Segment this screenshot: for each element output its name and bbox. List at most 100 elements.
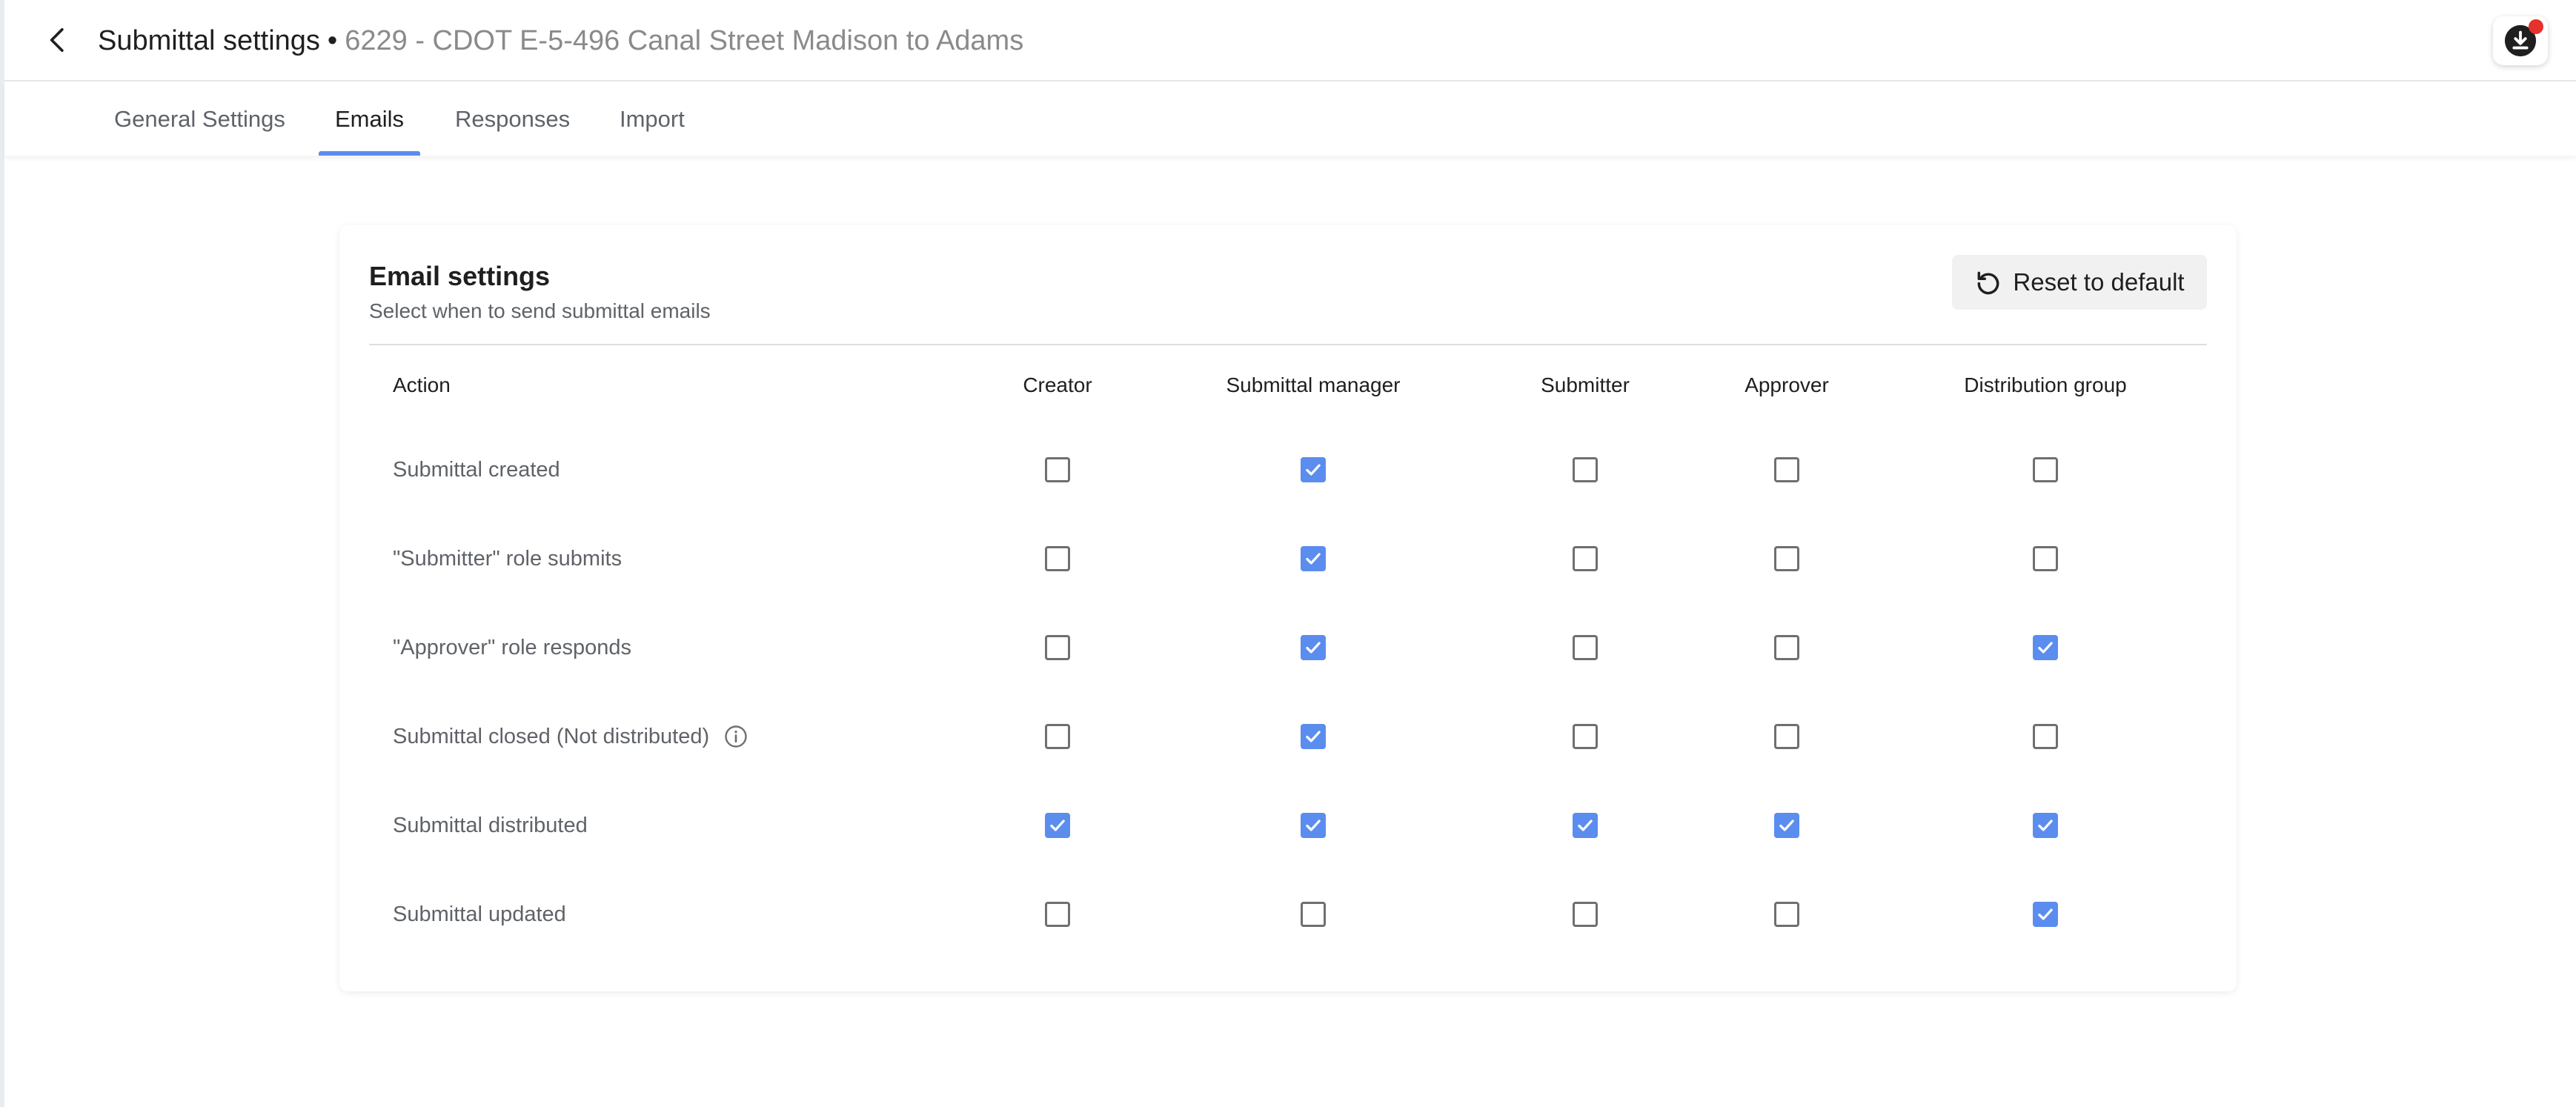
tab-emails[interactable]: Emails xyxy=(319,83,421,156)
page-title-text: Submittal settings xyxy=(98,24,320,56)
reset-to-default-button[interactable]: Reset to default xyxy=(1952,255,2207,310)
checkbox-unchecked xyxy=(1573,457,1598,482)
checkbox-submitter[interactable] xyxy=(1570,900,1600,929)
checkbox-checked xyxy=(1301,813,1326,838)
checkbox-creator[interactable] xyxy=(1043,633,1072,662)
checkbox-approver[interactable] xyxy=(1772,722,1802,751)
checkbox-checked xyxy=(1045,813,1070,838)
checkbox-checked xyxy=(1301,457,1326,482)
checkbox-submittal-manager[interactable] xyxy=(1298,633,1328,662)
page: Submittal settings • 6229 - CDOT E-5-496… xyxy=(0,0,2576,1107)
action-label-text: Submittal updated xyxy=(393,902,566,926)
checkbox-unchecked xyxy=(1045,724,1070,749)
checkbox-submitter[interactable] xyxy=(1570,811,1600,840)
checkmark-icon xyxy=(1306,820,1321,831)
checkbox-unchecked xyxy=(1573,724,1598,749)
checkbox-unchecked xyxy=(1774,724,1799,749)
settings-tabs: General Settings Emails Responses Import xyxy=(4,83,2576,156)
checkbox-unchecked xyxy=(1301,902,1326,927)
checkmark-icon xyxy=(2038,908,2053,920)
checkbox-submittal-manager[interactable] xyxy=(1298,544,1328,574)
notification-dot xyxy=(2529,19,2543,34)
tab-label: Emails xyxy=(335,106,405,132)
checkbox-creator[interactable] xyxy=(1043,900,1072,929)
checkbox-distribution-group[interactable] xyxy=(2031,900,2060,929)
checkbox-creator[interactable] xyxy=(1043,811,1072,840)
checkbox-distribution-group[interactable] xyxy=(2031,544,2060,574)
checkbox-approver[interactable] xyxy=(1772,455,1802,485)
column-header-distribution-group: Distribution group xyxy=(1964,373,2127,396)
checkbox-creator[interactable] xyxy=(1043,722,1072,751)
checkbox-submitter[interactable] xyxy=(1570,633,1600,662)
checkbox-distribution-group[interactable] xyxy=(2031,722,2060,751)
checkbox-unchecked xyxy=(1774,546,1799,571)
checkmark-icon xyxy=(1578,820,1593,831)
checkbox-submittal-manager[interactable] xyxy=(1298,900,1328,929)
action-label: "Approver" role responds xyxy=(393,631,631,664)
checkbox-creator[interactable] xyxy=(1043,544,1072,574)
column-header-approver: Approver xyxy=(1745,373,1829,396)
action-label-text: Submittal closed (Not distributed) xyxy=(393,724,710,748)
checkbox-unchecked xyxy=(1573,546,1598,571)
checkmark-icon xyxy=(1306,731,1321,742)
checkbox-approver[interactable] xyxy=(1772,633,1802,662)
action-label: Submittal distributed xyxy=(393,809,588,842)
checkmark-icon xyxy=(1050,820,1065,831)
tab-general-settings[interactable]: General Settings xyxy=(98,83,302,156)
download-button[interactable] xyxy=(2493,16,2548,65)
card-title: Email settings xyxy=(369,261,551,291)
action-label: Submittal closed (Not distributed) xyxy=(393,720,749,753)
action-label-text: "Approver" role responds xyxy=(393,635,632,659)
card-subtitle: Select when to send submittal emails xyxy=(369,299,711,322)
checkbox-unchecked xyxy=(1573,902,1598,927)
checkbox-approver[interactable] xyxy=(1772,811,1802,840)
title-separator: • xyxy=(327,24,338,56)
checkbox-submitter[interactable] xyxy=(1570,544,1600,574)
card-divider xyxy=(369,344,2207,345)
checkbox-checked xyxy=(2033,635,2058,660)
tab-import[interactable]: Import xyxy=(603,83,701,156)
checkbox-checked xyxy=(1301,724,1326,749)
checkbox-checked xyxy=(1301,546,1326,571)
back-button[interactable] xyxy=(37,19,79,61)
page-header: Submittal settings • 6229 - CDOT E-5-496… xyxy=(4,0,2576,82)
checkbox-unchecked xyxy=(1045,635,1070,660)
action-label-text: "Submitter" role submits xyxy=(393,546,623,571)
checkbox-checked xyxy=(2033,813,2058,838)
checkmark-icon xyxy=(1306,642,1321,654)
checkbox-unchecked xyxy=(2033,546,2058,571)
action-label: Submittal created xyxy=(393,453,560,486)
checkbox-approver[interactable] xyxy=(1772,544,1802,574)
checkbox-checked xyxy=(1573,813,1598,838)
checkbox-unchecked xyxy=(1774,902,1799,927)
checkbox-unchecked xyxy=(1774,457,1799,482)
checkmark-icon xyxy=(1306,464,1321,476)
checkmark-icon xyxy=(1306,553,1321,565)
checkbox-unchecked xyxy=(1573,635,1598,660)
checkbox-unchecked xyxy=(1045,457,1070,482)
action-label: "Submitter" role submits xyxy=(393,542,622,575)
checkbox-creator[interactable] xyxy=(1043,455,1072,485)
info-icon[interactable] xyxy=(723,723,749,750)
column-header-creator: Creator xyxy=(1023,373,1092,396)
checkbox-distribution-group[interactable] xyxy=(2031,811,2060,840)
checkbox-submittal-manager[interactable] xyxy=(1298,455,1328,485)
checkbox-submittal-manager[interactable] xyxy=(1298,722,1328,751)
checkbox-submitter[interactable] xyxy=(1570,455,1600,485)
email-settings-card: Email settings Select when to send submi… xyxy=(339,225,2237,991)
tab-responses[interactable]: Responses xyxy=(439,83,586,156)
checkbox-checked xyxy=(1301,635,1326,660)
checkbox-unchecked xyxy=(1045,902,1070,927)
checkbox-distribution-group[interactable] xyxy=(2031,633,2060,662)
reset-label: Reset to default xyxy=(2013,268,2185,296)
checkmark-icon xyxy=(1779,820,1794,831)
checkbox-submittal-manager[interactable] xyxy=(1298,811,1328,840)
chevron-left-icon xyxy=(50,28,64,52)
checkbox-distribution-group[interactable] xyxy=(2031,455,2060,485)
column-header-submittal-manager: Submittal manager xyxy=(1226,373,1401,396)
page-title: Submittal settings • 6229 - CDOT E-5-496… xyxy=(98,22,1023,59)
checkbox-checked xyxy=(2033,902,2058,927)
checkbox-checked xyxy=(1774,813,1799,838)
checkbox-approver[interactable] xyxy=(1772,900,1802,929)
checkbox-submitter[interactable] xyxy=(1570,722,1600,751)
